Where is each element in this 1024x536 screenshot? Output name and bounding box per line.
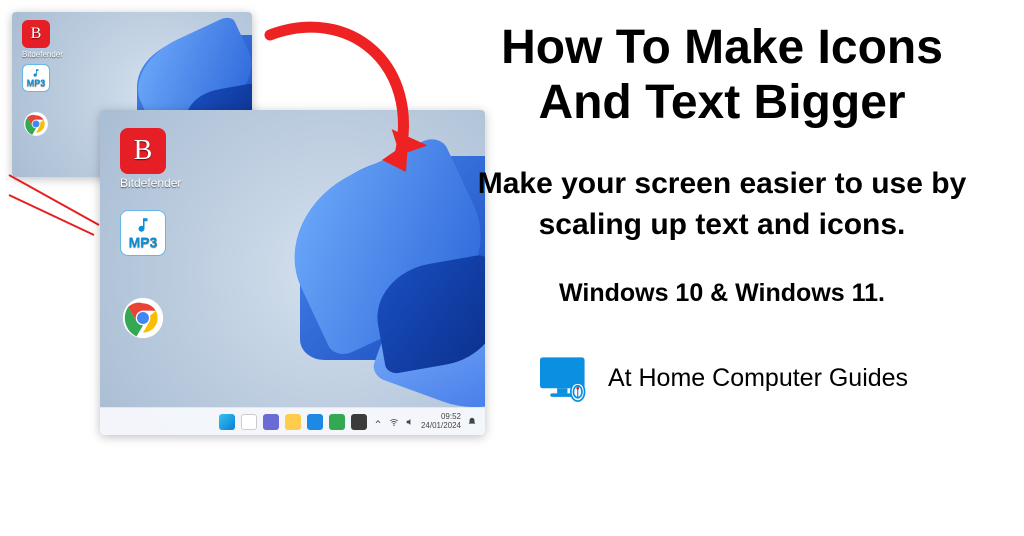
page-subtitle: Make your screen easier to use by scalin…: [450, 164, 994, 245]
chevron-up-icon: [373, 417, 383, 427]
win11-bloom-icon: [196, 126, 485, 419]
brand-row: At Home Computer Guides: [450, 354, 994, 402]
bitdefender-icon: B Bitdefender: [22, 20, 63, 59]
comparison-visual: B Bitdefender MP3 B Bitdefender: [0, 0, 490, 536]
brand-text: At Home Computer Guides: [608, 364, 908, 393]
app-icon: [329, 414, 345, 430]
text-column: How To Make Icons And Text Bigger Make y…: [450, 20, 994, 402]
taskbar: 09:52 24/01/2024: [100, 407, 485, 435]
explorer-icon: [285, 414, 301, 430]
clock: 09:52 24/01/2024: [421, 413, 461, 431]
mp3-file-icon: MP3: [22, 64, 50, 94]
edge-icon: [307, 414, 323, 430]
volume-icon: [405, 417, 415, 427]
music-note-icon: [134, 216, 152, 234]
monitor-icon: [536, 354, 592, 402]
page-title: How To Make Icons And Text Bigger: [450, 20, 994, 130]
start-icon: [219, 414, 235, 430]
search-icon: [241, 414, 257, 430]
chrome-icon: [22, 110, 50, 140]
music-note-icon: [31, 68, 41, 78]
taskview-icon: [263, 414, 279, 430]
mp3-file-icon: MP3: [120, 210, 166, 258]
wifi-icon: [389, 417, 399, 427]
os-support-line: Windows 10 & Windows 11.: [450, 279, 994, 308]
chrome-icon: [120, 295, 166, 343]
notification-icon: [467, 417, 477, 427]
system-tray: 09:52 24/01/2024: [373, 413, 477, 431]
bitdefender-icon: B Bitdefender: [120, 128, 181, 190]
app-icon: [351, 414, 367, 430]
motion-lines-icon: [4, 170, 114, 240]
desktop-after: B Bitdefender MP3: [100, 110, 485, 435]
